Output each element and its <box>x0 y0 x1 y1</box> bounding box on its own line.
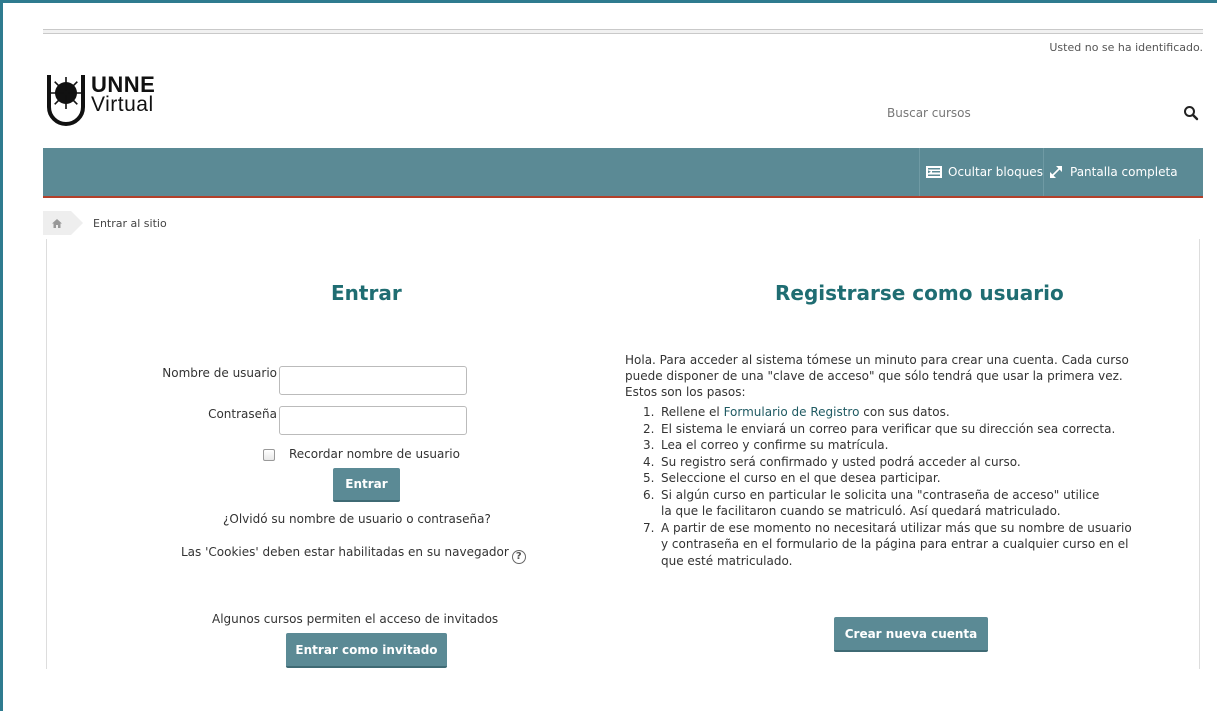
logo-line1: UNNE <box>91 72 156 97</box>
hide-blocks-icon <box>926 166 942 178</box>
step-item: 4. Su registro será confirmado y usted po… <box>643 454 1021 469</box>
hide-blocks-label: Ocultar bloques <box>948 165 1043 179</box>
guest-login-button[interactable]: Entrar como invitado <box>286 633 447 668</box>
course-search <box>883 99 1201 127</box>
password-field[interactable] <box>279 406 467 435</box>
password-label: Contraseña <box>208 407 277 421</box>
step-item: 1. Rellene el Formulario de Registro con … <box>643 405 950 419</box>
step-item: 3. Lea el correo y confirme su matrícula. <box>643 438 889 452</box>
breadcrumb-current[interactable]: Entrar al sitio <box>93 217 167 230</box>
logo-text: UNNE Virtual <box>91 72 156 116</box>
fullscreen-label: Pantalla completa <box>1070 165 1178 179</box>
step-item: 6. Si algún curso en particular le solici… <box>643 487 1100 519</box>
top-divider <box>43 29 1203 34</box>
login-submit-button[interactable]: Entrar <box>333 468 400 502</box>
step-item: 7. A partir de ese momento no necesitará … <box>643 520 1132 568</box>
remember-label: Recordar nombre de usuario <box>289 447 460 461</box>
breadcrumb-home[interactable] <box>43 211 83 235</box>
expand-icon <box>1050 166 1062 178</box>
registration-form-link[interactable]: Formulario de Registro <box>724 405 860 419</box>
breadcrumb: Entrar al sitio <box>43 211 167 235</box>
page: Usted no se ha identificado. UNNE Virtua… <box>43 17 1203 717</box>
create-account-button[interactable]: Crear nueva cuenta <box>834 617 988 652</box>
signup-steps: 1. Rellene el Formulario de Registro con … <box>643 404 1163 569</box>
username-field[interactable] <box>279 366 467 395</box>
username-label: Nombre de usuario <box>162 366 277 380</box>
site-logo[interactable]: UNNE Virtual <box>45 69 185 139</box>
window-frame: Usted no se ha identificado. UNNE Virtua… <box>0 0 1217 711</box>
navbar: Ocultar bloques Pantalla completa <box>43 148 1203 198</box>
search-icon[interactable] <box>1183 105 1199 121</box>
signup-title: Registrarse como usuario <box>775 281 1064 305</box>
hide-blocks-button[interactable]: Ocultar bloques <box>919 148 1043 196</box>
step-item: 2. El sistema le enviará un correo para v… <box>643 421 1116 436</box>
step-item: 5. Seleccione el curso en el que desea pa… <box>643 471 941 485</box>
login-title: Entrar <box>331 281 402 305</box>
logo-line2: Virtual <box>91 93 154 116</box>
main-content: Entrar Nombre de usuario Contraseña Reco… <box>46 239 1200 669</box>
forgot-password-link[interactable]: ¿Olvidó su nombre de usuario o contraseñ… <box>223 512 491 526</box>
guest-notice: Algunos cursos permiten el acceso de inv… <box>212 612 499 626</box>
fullscreen-button[interactable]: Pantalla completa <box>1043 148 1203 196</box>
unne-logo-icon <box>47 75 85 126</box>
signup-intro: Hola. Para acceder al sistema tómese un … <box>625 353 1129 399</box>
remember-checkbox[interactable] <box>263 449 275 461</box>
help-icon[interactable]: ? <box>511 550 526 564</box>
cookies-notice-text: Las 'Cookies' deben estar habilitadas en… <box>181 545 509 559</box>
cookies-notice: Las 'Cookies' deben estar habilitadas en… <box>181 545 526 564</box>
home-icon <box>52 218 62 228</box>
login-info: Usted no se ha identificado. <box>1049 41 1203 54</box>
search-input[interactable] <box>883 99 1163 127</box>
